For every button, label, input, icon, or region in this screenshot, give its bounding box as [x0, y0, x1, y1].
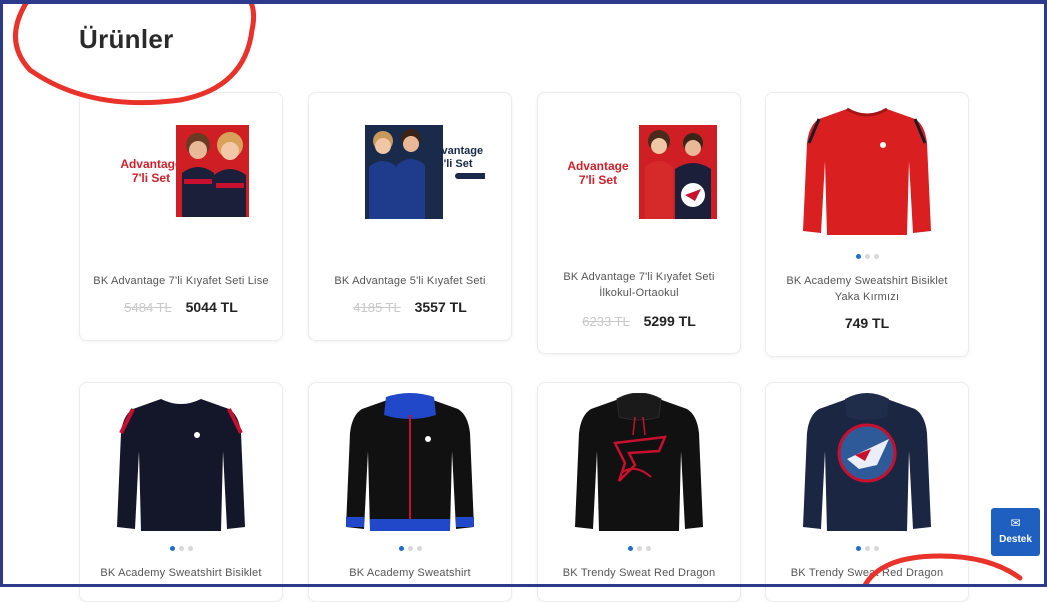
product-card[interactable]: BK Trendy Sweat Red Dragon [765, 382, 969, 602]
product-card[interactable]: Advantage 5'li Set BK Advantage 5'li Kıy… [308, 92, 512, 341]
old-price: 4185 TL [353, 300, 401, 315]
product-name[interactable]: BK Academy Sweatshirt Bisiklet [88, 565, 274, 581]
old-price: 6233 TL [582, 314, 630, 329]
product-name[interactable]: BK Trendy Sweat Red Dragon [546, 565, 732, 581]
product-name[interactable]: BK Advantage 5'li Kıyafet Seti [317, 273, 503, 289]
product-card[interactable]: BK Academy Sweatshirt Bisiklet Yaka Kırm… [765, 92, 969, 357]
envelope-icon: ✉ [1010, 516, 1021, 530]
product-name[interactable]: BK Academy Sweatshirt [317, 565, 503, 581]
product-card[interactable]: BK Trendy Sweat Red Dragon [537, 382, 741, 602]
price: 5044 TL [185, 299, 238, 315]
product-name[interactable]: BK Academy Sweatshirt Bisiklet Yaka Kırm… [774, 273, 960, 305]
promo-subtitle: 7'li Set [578, 173, 618, 187]
product-image[interactable] [797, 103, 937, 238]
support-button-label: Destek [999, 534, 1032, 545]
image-carousel-dots[interactable] [766, 246, 968, 259]
product-image[interactable] [335, 123, 485, 223]
product-card[interactable]: BK Academy Sweatshirt [308, 382, 512, 602]
product-image[interactable] [569, 393, 709, 533]
image-carousel-dots[interactable] [538, 538, 740, 551]
old-price: 5484 TL [124, 300, 172, 315]
promo-subtitle: 5'li Set [437, 158, 473, 170]
product-name[interactable]: BK Advantage 7'li Kıyafet Seti Lise [88, 273, 274, 289]
product-grid: Advantage 7'li Set BK Advantage 7'li Kıy… [0, 0, 1047, 602]
product-name[interactable]: BK Trendy Sweat Red Dragon [774, 565, 960, 581]
image-carousel-dots[interactable] [766, 538, 968, 551]
promo-title: Advantage [426, 145, 484, 157]
support-button[interactable]: ✉ Destek [991, 508, 1040, 556]
product-card[interactable]: Advantage 7'li Set BK Advantage 7'li Kıy… [79, 92, 283, 341]
price: 5299 TL [643, 313, 696, 329]
image-carousel-dots[interactable] [309, 538, 511, 551]
price: 749 TL [844, 315, 890, 331]
promo-title: Advantage [120, 157, 182, 171]
promo-subtitle: 7'li Set [131, 171, 171, 185]
product-card[interactable]: BK Academy Sweatshirt Bisiklet [79, 382, 283, 602]
product-card[interactable]: Advantage 7'li Set BK Advantage 7'li Kıy… [537, 92, 741, 354]
promo-title: Advantage [567, 159, 629, 173]
product-image[interactable] [797, 393, 937, 533]
product-image[interactable] [111, 393, 251, 533]
product-image[interactable] [340, 393, 480, 533]
product-name[interactable]: BK Advantage 7'li Kıyafet Seti İlkokul-O… [562, 269, 716, 301]
image-carousel-dots[interactable] [80, 538, 282, 551]
price: 3557 TL [414, 299, 467, 315]
